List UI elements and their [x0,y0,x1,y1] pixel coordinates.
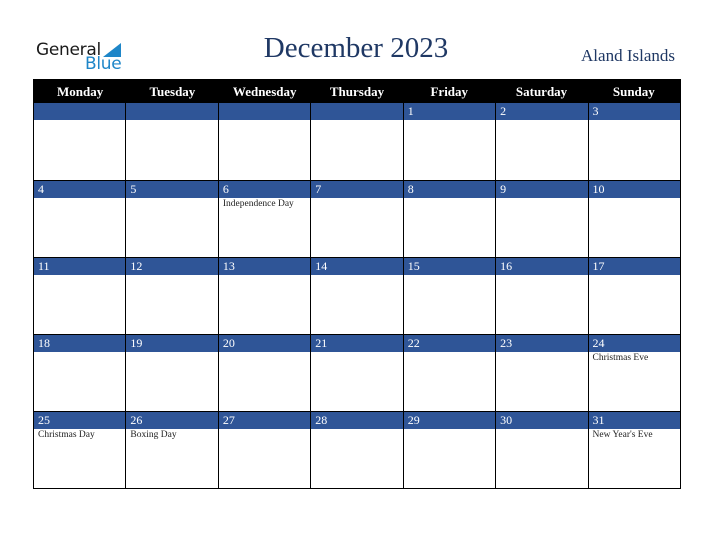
day-number [126,103,218,120]
day-number: 10 [588,181,680,198]
day-number [218,103,311,120]
day-number: 15 [403,258,496,275]
day-number: 13 [218,258,311,275]
day-number: 3 [588,103,680,120]
day-number: 25 [34,412,126,429]
day-number: 29 [403,412,496,429]
day-cell[interactable]: 19 [126,334,219,411]
day-number [311,103,403,120]
day-cell[interactable]: 5 [126,180,219,257]
day-number: 17 [588,258,680,275]
day-cell[interactable]: 25 Christmas Day [34,411,127,488]
day-cell[interactable]: 14 [311,257,404,334]
week-row: 18 19 20 21 22 23 24 Christmas Eve [34,334,680,411]
day-number: 21 [311,335,403,352]
weekday-header-saturday: Saturday [515,84,568,99]
day-cell[interactable]: 13 [218,257,312,334]
day-number: 7 [311,181,403,198]
weekday-header-friday: Friday [430,84,469,99]
day-cell[interactable]: 9 [496,180,589,257]
weekday-header-sunday: Sunday [612,84,655,99]
day-cell[interactable]: 10 [588,180,680,257]
day-number: 8 [403,181,496,198]
day-cell[interactable]: 21 [311,334,404,411]
day-cell[interactable]: 11 [34,257,127,334]
day-cell[interactable]: 31 New Year's Eve [588,411,680,488]
day-cell[interactable]: 17 [588,257,680,334]
weekday-header-tuesday: Tuesday [149,84,196,99]
day-number [34,103,126,120]
holiday-label: New Year's Eve [592,430,653,440]
weekday-header-wednesday: Wednesday [232,84,297,99]
holiday-label: Independence Day [222,199,294,209]
day-number: 2 [496,103,588,120]
weekday-header-thursday: Thursday [329,84,385,99]
day-cell[interactable]: 23 [496,334,589,411]
country-label: Aland Islands [581,46,675,65]
day-cell[interactable]: 18 [34,334,127,411]
day-number: 14 [311,258,403,275]
week-row: 25 Christmas Day 26 Boxing Day 27 28 29 30 31 New… [34,411,680,488]
day-cell[interactable] [34,103,127,180]
day-cell[interactable]: 12 [126,257,219,334]
day-cell[interactable]: 3 [588,103,680,180]
day-cell[interactable]: 27 [218,411,312,488]
day-cell[interactable] [218,103,312,180]
day-cell[interactable]: 7 [311,180,404,257]
day-number: 9 [496,181,588,198]
day-cell[interactable]: 16 [496,257,589,334]
day-cell[interactable]: 1 [403,103,497,180]
holiday-label: Boxing Day [130,430,177,440]
day-number: 23 [496,335,588,352]
day-number: 5 [126,181,218,198]
calendar-grid: Monday Tuesday Wednesday Thursday Friday Satu… [33,79,681,489]
day-number: 22 [403,335,496,352]
day-cell[interactable]: 2 [496,103,589,180]
day-number: 6 [218,181,311,198]
day-number: 11 [34,258,126,275]
day-number: 19 [126,335,218,352]
day-number: 1 [403,103,496,120]
day-number: 12 [126,258,218,275]
day-cell[interactable]: 24 Christmas Eve [588,334,680,411]
weekday-header-row: Monday Tuesday Wednesday Thursday Friday Satu… [34,80,680,103]
day-number: 26 [126,412,218,429]
day-cell[interactable]: 8 [403,180,497,257]
day-number: 28 [311,412,403,429]
week-row: 4 5 6 Independence Day 7 8 9 10 [34,180,680,257]
day-cell[interactable]: 20 [218,334,312,411]
day-cell[interactable] [126,103,219,180]
holiday-label: Christmas Day [38,430,95,440]
day-number: 31 [588,412,680,429]
day-cell[interactable]: 26 Boxing Day [126,411,219,488]
day-cell[interactable]: 28 [311,411,404,488]
day-cell[interactable]: 30 [496,411,589,488]
day-cell[interactable]: 22 [403,334,497,411]
week-row: 123 [34,103,680,180]
day-number: 27 [218,412,311,429]
day-cell[interactable]: 6 Independence Day [218,180,312,257]
day-number: 30 [496,412,588,429]
day-cell[interactable]: 4 [34,180,127,257]
week-row: 11 12 13 14 15 16 17 [34,257,680,334]
holiday-label: Christmas Eve [592,353,649,363]
day-cell[interactable]: 29 [403,411,497,488]
day-number: 20 [218,335,311,352]
day-number: 4 [34,181,126,198]
day-cell[interactable]: 15 [403,257,497,334]
day-cell[interactable] [311,103,404,180]
day-number: 16 [496,258,588,275]
day-number: 24 [588,335,680,352]
day-number: 18 [34,335,126,352]
weekday-header-monday: Monday [57,84,104,99]
